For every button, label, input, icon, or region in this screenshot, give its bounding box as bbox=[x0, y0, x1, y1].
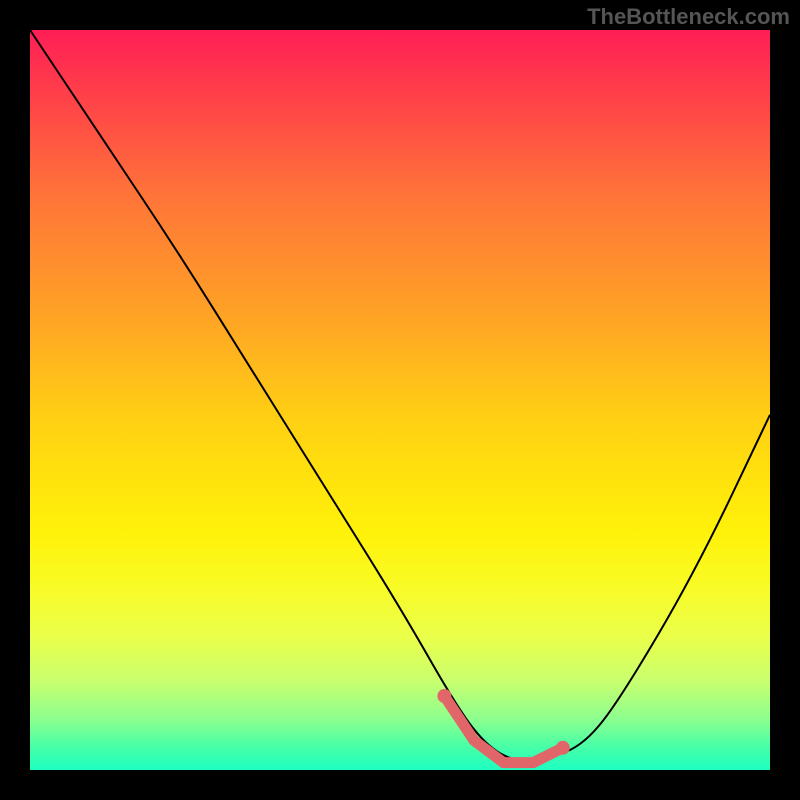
marker-dot bbox=[437, 689, 451, 703]
marker-dot bbox=[556, 741, 570, 755]
chart-container: TheBottleneck.com bbox=[0, 0, 800, 800]
highlighted-range-line bbox=[444, 696, 562, 763]
bottleneck-curve bbox=[30, 30, 770, 761]
attribution-text: TheBottleneck.com bbox=[587, 4, 790, 30]
curve-svg bbox=[30, 30, 770, 770]
plot-area bbox=[30, 30, 770, 770]
